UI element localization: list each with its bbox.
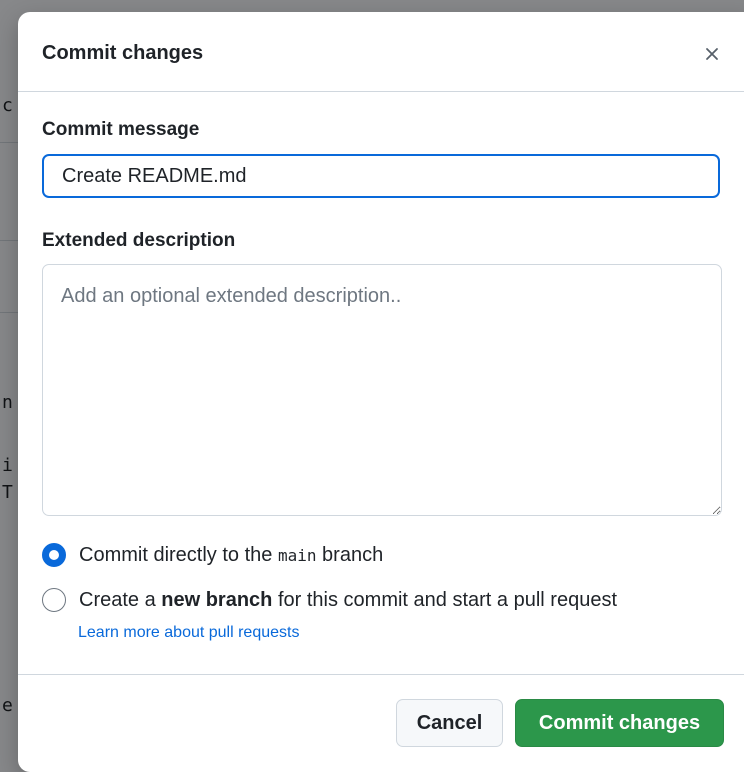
background-fragment: T — [2, 482, 13, 503]
radio-checked-icon[interactable] — [42, 543, 66, 567]
radio-unchecked-icon[interactable] — [42, 588, 66, 612]
x-icon — [706, 48, 718, 60]
commit-dialog: Commit changes Commit message Extended d… — [18, 12, 744, 772]
background-fragment: n — [2, 392, 13, 413]
extended-description-label: Extended description — [42, 230, 236, 251]
background-fragment: i — [2, 455, 13, 476]
commit-direct-label: Commit directly to the main branch — [79, 543, 384, 566]
cancel-button[interactable]: Cancel — [396, 699, 503, 747]
dialog-header: Commit changes — [18, 12, 744, 92]
commit-message-input[interactable] — [42, 154, 720, 198]
dialog-footer: Cancel Commit changes — [18, 674, 744, 772]
new-branch-label: Create a new branch for this commit and … — [79, 588, 617, 611]
background-fragment: e — [2, 695, 13, 716]
commit-direct-option[interactable]: Commit directly to the main branch — [42, 543, 383, 567]
commit-changes-button[interactable]: Commit changes — [515, 699, 724, 747]
learn-more-link[interactable]: Learn more about pull requests — [78, 624, 299, 642]
close-button[interactable] — [698, 40, 726, 68]
branch-name: main — [277, 545, 317, 565]
new-branch-option[interactable]: Create a new branch for this commit and … — [42, 588, 617, 612]
extended-description-textarea[interactable] — [42, 264, 722, 516]
new-branch-emphasis: new branch — [161, 588, 273, 611]
dialog-title: Commit changes — [42, 42, 204, 64]
background-fragment: c — [2, 95, 13, 116]
commit-message-label: Commit message — [42, 119, 200, 140]
